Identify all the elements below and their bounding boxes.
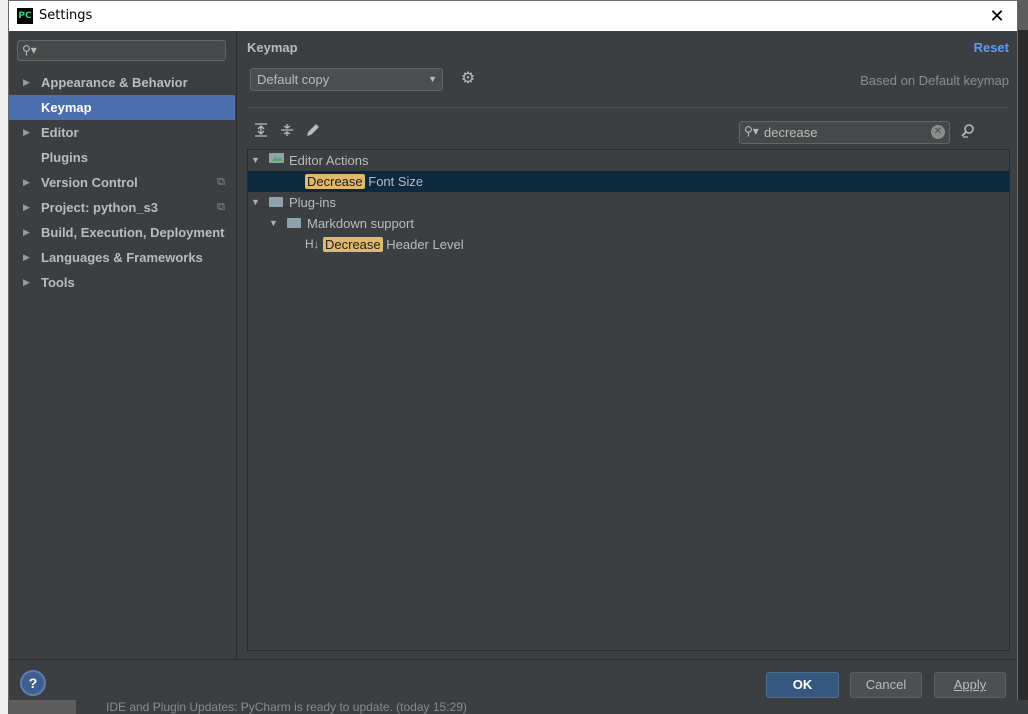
expanded-arrow-icon: ▼	[269, 218, 278, 228]
sidebar-item-appearance-behavior[interactable]: ▶ Appearance & Behavior	[9, 70, 235, 95]
sidebar-item-version-control[interactable]: ▶ Version Control ⧉	[9, 170, 235, 195]
project-copy-icon: ⧉	[217, 176, 225, 188]
tree-node-decrease-font-size[interactable]: Decrease Font Size	[248, 171, 1009, 192]
sidebar-item-build-execution-deployment[interactable]: ▶ Build, Execution, Deployment	[9, 220, 235, 245]
help-button[interactable]: ?	[20, 670, 46, 696]
find-by-shortcut-icon[interactable]	[959, 123, 977, 141]
tree-node-label: Decrease Font Size	[305, 171, 423, 192]
background-status-text: IDE and Plugin Updates: PyCharm is ready…	[106, 700, 467, 714]
divider	[247, 107, 1009, 108]
sidebar-item-editor[interactable]: ▶ Editor	[9, 120, 235, 145]
chevron-down-icon: ▼	[428, 74, 437, 84]
settings-sidebar: ⚲▾ ▶ Appearance & Behavior Keymap ▶ Edit…	[9, 31, 237, 659]
sidebar-search-input[interactable]: ⚲▾	[17, 40, 226, 61]
sidebar-item-languages-frameworks[interactable]: ▶ Languages & Frameworks	[9, 245, 235, 270]
keymap-select[interactable]: Default copy ▼	[250, 68, 443, 91]
background-status-bar: IDE and Plugin Updates: PyCharm is ready…	[76, 700, 1028, 714]
expand-arrow-icon: ▶	[23, 77, 30, 87]
background-window-edge	[0, 0, 8, 714]
keymap-panel: Keymap Reset Default copy ▼ ⚙ Based on D…	[237, 31, 1017, 659]
background-window-edge-right	[1018, 30, 1028, 700]
search-match-highlight: Decrease	[323, 237, 383, 252]
settings-dialog: PC Settings ✕ ⚲▾ ▶ Appearance & Behavior…	[8, 0, 1018, 700]
sidebar-item-label: Editor	[41, 125, 79, 140]
sidebar-item-tools[interactable]: ▶ Tools	[9, 270, 235, 295]
tree-node-label-rest: Header Level	[382, 237, 464, 252]
sidebar-item-keymap[interactable]: Keymap	[9, 95, 235, 120]
tree-node-editor-actions[interactable]: ▼ Editor Actions	[248, 150, 1009, 171]
tree-node-plugins[interactable]: ▼ Plug-ins	[248, 192, 1009, 213]
sidebar-item-label: Version Control	[41, 175, 138, 190]
edit-pencil-icon[interactable]	[304, 123, 322, 141]
expand-arrow-icon: ▶	[23, 277, 30, 287]
keymap-select-value: Default copy	[257, 72, 330, 87]
gear-icon[interactable]: ⚙	[459, 70, 477, 88]
folder-icon	[269, 192, 283, 213]
based-on-label: Based on Default keymap	[860, 73, 1009, 88]
tree-node-markdown-support[interactable]: ▼ Markdown support	[248, 213, 1009, 234]
apply-button[interactable]: Apply	[934, 672, 1006, 698]
expand-arrow-icon: ▶	[23, 202, 30, 212]
action-search-input[interactable]: ⚲▾ decrease ✕	[739, 121, 950, 144]
dialog-footer: ? OK Cancel Apply	[9, 659, 1017, 700]
folder-icon	[287, 213, 301, 234]
tree-node-label: Plug-ins	[289, 195, 336, 210]
sidebar-item-label: Build, Execution, Deployment	[41, 225, 225, 240]
header-level-icon: H↓	[305, 237, 320, 251]
sidebar-item-label: Tools	[41, 275, 75, 290]
tree-node-label: Decrease Header Level	[323, 234, 464, 255]
sidebar-item-project[interactable]: ▶ Project: python_s3 ⧉	[9, 195, 235, 220]
sidebar-item-plugins[interactable]: Plugins	[9, 145, 235, 170]
expand-arrow-icon: ▶	[23, 177, 30, 187]
ok-button[interactable]: OK	[766, 672, 839, 698]
window-title: Settings	[39, 8, 93, 23]
action-search-value: decrease	[764, 125, 818, 140]
expand-all-icon[interactable]	[252, 123, 270, 141]
sidebar-item-label: Project: python_s3	[41, 200, 159, 215]
cancel-button[interactable]: Cancel	[850, 672, 922, 698]
sidebar-item-label: Languages & Frameworks	[41, 250, 203, 265]
tree-node-decrease-header-level[interactable]: H↓ Decrease Header Level	[248, 234, 1009, 255]
expand-arrow-icon: ▶	[23, 252, 30, 262]
search-icon: ⚲▾	[22, 43, 37, 57]
reset-link[interactable]: Reset	[974, 40, 1009, 55]
keymap-actions-tree: ▼ Editor Actions Decrease Font Size ▼ Pl…	[247, 149, 1010, 651]
clear-search-icon[interactable]: ✕	[931, 125, 945, 139]
editor-actions-folder-icon	[269, 150, 285, 171]
title-bar: PC Settings ✕	[9, 1, 1017, 31]
expand-arrow-icon: ▶	[23, 227, 30, 237]
tree-node-label-rest: Font Size	[364, 174, 424, 189]
expanded-arrow-icon: ▼	[251, 155, 260, 165]
tree-node-label: Markdown support	[307, 216, 414, 231]
collapse-all-icon[interactable]	[278, 123, 296, 141]
search-icon: ⚲▾	[744, 124, 759, 138]
project-copy-icon: ⧉	[217, 201, 225, 213]
tree-node-label: Editor Actions	[289, 153, 369, 168]
close-icon[interactable]: ✕	[985, 4, 1009, 28]
expand-arrow-icon: ▶	[23, 127, 30, 137]
page-title: Keymap	[247, 40, 298, 55]
header-level-icon-text: H	[305, 237, 314, 251]
sidebar-item-label: Appearance & Behavior	[41, 75, 188, 90]
search-match-highlight: Decrease	[305, 174, 365, 189]
pycharm-logo-icon: PC	[17, 8, 33, 24]
expanded-arrow-icon: ▼	[251, 197, 260, 207]
sidebar-item-label: Keymap	[41, 100, 92, 115]
sidebar-item-label: Plugins	[41, 150, 88, 165]
